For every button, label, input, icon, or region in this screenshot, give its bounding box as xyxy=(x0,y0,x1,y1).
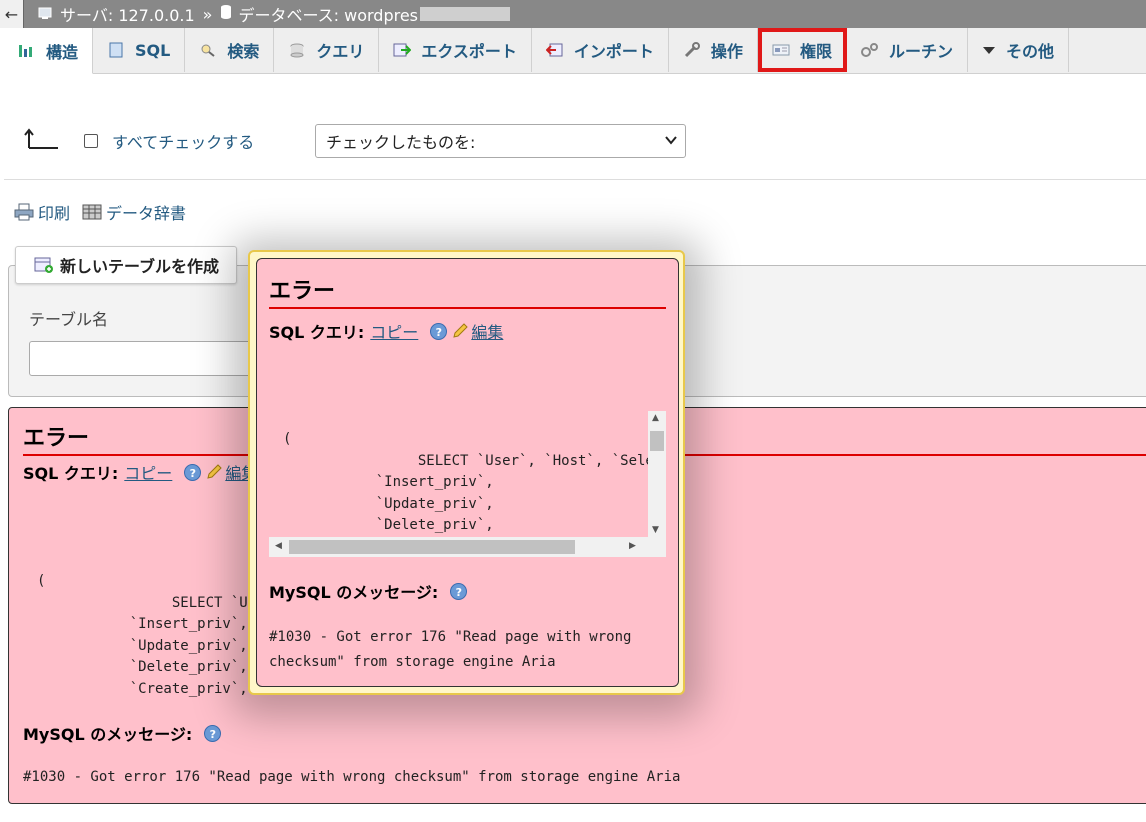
tab-query[interactable]: クエリ xyxy=(274,28,380,72)
tab-label: エクスポート xyxy=(421,42,517,61)
tab-operations[interactable]: 操作 xyxy=(669,28,758,72)
error-popup: エラー SQL クエリ: コピー ? 編集 ( SELECT `User`, `… xyxy=(248,250,685,695)
error-message-text: #1030 - Got error 176 "Read page with wr… xyxy=(23,769,681,785)
check-all-label[interactable]: すべてチェックする xyxy=(112,129,254,153)
tab-label: ルーチン xyxy=(888,42,953,61)
check-all-checkbox[interactable] xyxy=(84,134,98,148)
popup-error-panel: エラー SQL クエリ: コピー ? 編集 ( SELECT `User`, `… xyxy=(256,258,679,687)
tab-label: 操作 xyxy=(710,42,743,61)
sql-query-row: SQL クエリ: コピー ? 編集 xyxy=(23,460,257,484)
privileges-icon xyxy=(772,42,790,58)
with-selected-dropdown[interactable]: チェックしたものを: xyxy=(315,124,686,158)
tab-label: 構造 xyxy=(46,42,79,62)
sql-query-label: SQL クエリ: xyxy=(23,464,119,483)
tab-routines[interactable]: ルーチン xyxy=(847,28,968,72)
redacted-text xyxy=(420,7,511,21)
server-icon xyxy=(38,5,54,24)
table-name-label: テーブル名 xyxy=(29,310,109,329)
copy-link[interactable]: コピー xyxy=(124,460,172,484)
print-row: 印刷 データ辞書 xyxy=(14,200,186,224)
new-table-icon xyxy=(34,256,54,274)
help-icon[interactable]: ? xyxy=(184,463,202,481)
scroll-left-arrow-icon[interactable]: ◀ xyxy=(275,541,282,551)
arrow-left-up-icon xyxy=(24,127,60,155)
printer-icon xyxy=(14,203,34,221)
tab-label: クエリ xyxy=(316,42,365,61)
popup-sql-query-label: SQL クエリ: xyxy=(269,323,365,342)
scroll-right-arrow-icon[interactable]: ▶ xyxy=(629,541,636,551)
tab-more[interactable]: その他 xyxy=(968,28,1069,72)
tab-import[interactable]: インポート xyxy=(532,28,669,72)
print-link[interactable]: 印刷 xyxy=(38,200,70,224)
divider xyxy=(4,179,1146,180)
import-icon xyxy=(545,42,564,58)
create-table-label: 新しいテーブルを作成 xyxy=(60,257,220,276)
tab-label: インポート xyxy=(573,42,654,61)
tab-search[interactable]: 検索 xyxy=(185,28,275,72)
export-icon xyxy=(393,42,412,58)
mysql-message-label: MySQL のメッセージ: xyxy=(23,725,193,744)
back-arrow-icon[interactable]: ← xyxy=(0,0,24,28)
data-dictionary-icon xyxy=(82,203,102,221)
scroll-up-arrow-icon[interactable]: ▲ xyxy=(652,413,659,423)
popup-copy-link[interactable]: コピー xyxy=(370,319,418,343)
popup-error-message-text: #1030 - Got error 176 "Read page with wr… xyxy=(269,629,632,670)
breadcrumb-server[interactable]: サーバ: 127.0.0.1 xyxy=(60,2,195,26)
top-tabs: 構造 SQL 検索 クエリ エクスポート インポート 操作 権限 ルーチン その… xyxy=(4,28,1146,74)
popup-sql-query-row: SQL クエリ: コピー ? 編集 xyxy=(269,319,503,343)
structure-icon xyxy=(18,43,36,59)
popup-error-title: エラー xyxy=(269,273,666,309)
breadcrumb-database[interactable]: データベース: wordpres xyxy=(238,2,418,26)
check-all-row: すべてチェックする xyxy=(24,124,254,158)
caret-down-icon xyxy=(982,42,996,58)
tab-label: SQL xyxy=(135,40,171,60)
create-table-button[interactable]: 新しいテーブルを作成 xyxy=(15,246,237,284)
popup-mysql-message-row: MySQL のメッセージ: ? xyxy=(269,579,468,603)
tab-export[interactable]: エクスポート xyxy=(379,28,532,72)
popup-sql-query-code: ( SELECT `User`, `Host`, `Select_priv `I… xyxy=(283,431,666,533)
popup-mysql-message-label: MySQL のメッセージ: xyxy=(269,583,439,602)
scroll-thumb[interactable] xyxy=(289,540,575,554)
database-icon xyxy=(220,4,232,24)
scroll-thumb[interactable] xyxy=(650,431,664,451)
tab-sql[interactable]: SQL xyxy=(93,28,186,72)
tab-label: 検索 xyxy=(227,42,260,61)
breadcrumb-separator: » xyxy=(202,4,213,24)
popup-code-scrollbox[interactable]: ( SELECT `User`, `Host`, `Select_priv `I… xyxy=(269,411,666,557)
chevron-down-icon xyxy=(665,134,677,149)
popup-edit-link[interactable]: 編集 xyxy=(471,319,503,343)
wrench-icon xyxy=(683,42,701,58)
sql-icon xyxy=(107,42,125,58)
with-selected-value: チェックしたものを: xyxy=(326,133,476,152)
tab-privileges[interactable]: 権限 xyxy=(757,28,847,72)
scroll-down-arrow-icon[interactable]: ▼ xyxy=(652,525,659,535)
tab-structure[interactable]: 構造 xyxy=(4,28,94,74)
help-icon[interactable]: ? xyxy=(204,724,222,742)
breadcrumb: ← サーバ: 127.0.0.1 » データベース: wordpres xyxy=(0,0,1146,28)
help-icon[interactable]: ? xyxy=(450,582,468,600)
pencil-icon[interactable] xyxy=(205,463,223,481)
routines-icon xyxy=(860,42,879,58)
help-icon[interactable]: ? xyxy=(430,322,448,340)
tab-label: 権限 xyxy=(799,42,832,61)
query-icon xyxy=(288,42,306,58)
pencil-icon[interactable] xyxy=(451,322,469,340)
search-icon xyxy=(199,42,217,58)
vertical-scrollbar[interactable]: ▲ ▼ xyxy=(648,411,666,537)
tab-label: その他 xyxy=(1005,42,1054,61)
horizontal-scrollbar[interactable]: ◀ ▶ xyxy=(269,537,666,557)
data-dictionary-link[interactable]: データ辞書 xyxy=(106,200,186,224)
mysql-message-row: MySQL のメッセージ: ? xyxy=(23,721,222,745)
